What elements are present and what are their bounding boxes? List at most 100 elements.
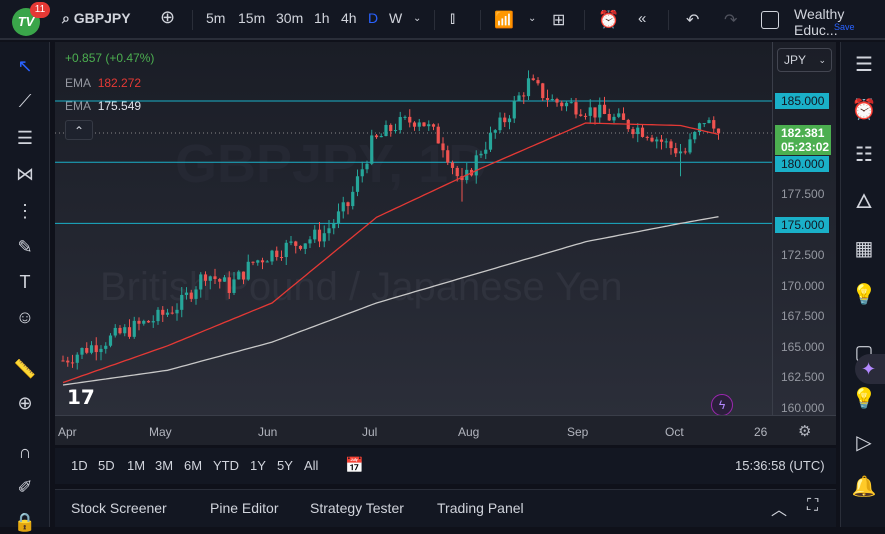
hline-label: 175.000 (775, 217, 829, 233)
collapse-panel-icon[interactable]: ︿ (771, 496, 787, 520)
zoom-in-icon[interactable]: ⊕ (13, 391, 37, 415)
candle-body (89, 345, 94, 353)
goto-date-icon[interactable]: 📅 (345, 456, 364, 474)
candle-body (517, 95, 521, 101)
tab-stock-screener[interactable]: Stock Screener (71, 500, 167, 516)
candle-body (85, 347, 89, 353)
alerts-icon[interactable]: ⏰ (851, 97, 877, 123)
replay-icon[interactable]: « (638, 10, 646, 27)
notifications-icon[interactable]: 🔔 (851, 474, 877, 500)
candle-body (707, 120, 711, 124)
projection-icon[interactable]: ⋮ (13, 199, 37, 223)
interval-w[interactable]: W (389, 10, 402, 26)
emoji-icon[interactable]: ☺ (13, 305, 37, 329)
lock-icon[interactable]: 🔒 (13, 510, 37, 534)
range-5d[interactable]: 5D (98, 458, 115, 473)
watermark-description: British Pound / Japanese Yen (100, 265, 623, 309)
candle-body (531, 78, 535, 81)
candle-body (251, 261, 255, 263)
range-6m[interactable]: 6M (184, 458, 202, 473)
tab-strategy-tester[interactable]: Strategy Tester (310, 500, 404, 516)
candle-body (327, 228, 331, 234)
lock-drawing-icon[interactable]: ✐ (13, 475, 37, 499)
text-icon[interactable]: T (13, 270, 37, 294)
chevron-down-icon[interactable]: ⌄ (413, 13, 421, 24)
interval-5m[interactable]: 5m (206, 10, 225, 26)
hotlist-icon[interactable]: ☷ (851, 142, 877, 168)
signals-icon[interactable]: 💡 (851, 386, 877, 412)
ema-fast-legend[interactable]: EMA 182.272 (65, 76, 141, 90)
brush-icon[interactable]: ✎ (13, 235, 37, 259)
sparkle-icon[interactable]: ✦ (855, 354, 885, 384)
fire-icon[interactable]: 🜂 (851, 189, 877, 215)
fullscreen-icon[interactable] (761, 11, 779, 29)
calendar-icon[interactable]: ▦ (851, 236, 877, 262)
ruler-icon[interactable]: 📏 (13, 357, 37, 381)
candle-body (132, 320, 136, 337)
candles-icon[interactable]: ⫾ (450, 10, 455, 28)
candle-body (602, 104, 607, 114)
fib-icon[interactable]: ☰ (13, 126, 37, 150)
save-button[interactable]: Save (834, 22, 855, 32)
candle-body (346, 202, 350, 207)
undo-icon[interactable]: ↶ (686, 10, 699, 30)
clock[interactable]: 15:36:58 (UTC) (735, 458, 825, 473)
candle-body (218, 278, 222, 282)
range-1d[interactable]: 1D (71, 458, 88, 473)
collapse-legend-button[interactable]: ⌃ (65, 120, 93, 140)
ema-slow-legend[interactable]: EMA 175.549 (65, 99, 141, 113)
symbol-search[interactable]: ⌕ GBPJPY (62, 10, 131, 27)
interval-4h[interactable]: 4h (341, 10, 357, 26)
price-axis[interactable]: JPY ⌄ 185.000 182.381 05:23:02 180.000 177… (772, 42, 836, 415)
indicators-icon[interactable]: 📶 (494, 10, 514, 30)
candle-body (317, 229, 322, 242)
tab-trading-panel[interactable]: Trading Panel (437, 500, 524, 516)
chart-settings-icon[interactable]: ⚙ (798, 422, 811, 440)
candle-body (636, 127, 640, 135)
tab-pine-editor[interactable]: Pine Editor (210, 500, 278, 516)
candle-body (80, 347, 84, 355)
maximize-panel-icon[interactable]: ⛶ (807, 497, 818, 515)
candle-body (617, 113, 621, 117)
range-ytd[interactable]: YTD (213, 458, 239, 473)
range-3m[interactable]: 3M (155, 458, 173, 473)
time-label: Sep (567, 425, 589, 439)
interval-1h[interactable]: 1h (314, 10, 330, 26)
alert-icon[interactable]: ⏰ (598, 10, 619, 30)
range-1y[interactable]: 1Y (250, 458, 266, 473)
lightning-icon[interactable]: ϟ (711, 394, 733, 416)
candle-body (412, 122, 417, 127)
time-axis[interactable]: Apr May Jun Jul Aug Sep Oct 26 ⚙ (55, 415, 836, 445)
time-label: May (149, 425, 172, 439)
candle-body (669, 141, 673, 149)
top-toolbar: TV 11 ⌕ GBPJPY ⊕ 5m 15m 30m 1h 4h D W ⌄ … (0, 0, 885, 40)
candle-body (545, 98, 550, 100)
pattern-icon[interactable]: ⋈ (13, 162, 37, 186)
candle-body (66, 360, 70, 363)
interval-15m[interactable]: 15m (238, 10, 265, 26)
range-all[interactable]: All (304, 458, 318, 473)
candle-body (360, 169, 364, 177)
redo-icon[interactable]: ↷ (724, 10, 737, 30)
layout-grid-icon[interactable]: ⊞ (552, 10, 565, 30)
cursor-icon[interactable]: ↖ (13, 54, 37, 78)
candle-body (526, 78, 531, 97)
magnet-icon[interactable]: ∩ (13, 440, 37, 464)
chart-pane[interactable]: GBPJPY, 1D British Pound / Japanese Yen … (55, 42, 772, 416)
interval-30m[interactable]: 30m (276, 10, 303, 26)
trendline-icon[interactable]: ⟋ (13, 89, 37, 113)
add-symbol-icon[interactable]: ⊕ (160, 7, 175, 28)
candle-body (450, 162, 455, 168)
candle-body (536, 80, 540, 84)
watchlist-icon[interactable]: ☰ (851, 52, 877, 78)
candle-body (265, 261, 269, 263)
broadcast-icon[interactable]: ▷ (851, 430, 877, 456)
ideas-icon[interactable]: 💡 (851, 282, 877, 308)
range-1m[interactable]: 1M (127, 458, 145, 473)
candle-body (137, 320, 141, 324)
currency-select[interactable]: JPY ⌄ (777, 48, 832, 72)
range-5y[interactable]: 5Y (277, 458, 293, 473)
candle-body (588, 107, 592, 116)
chevron-down-icon[interactable]: ⌄ (528, 13, 536, 24)
interval-d[interactable]: D (368, 10, 378, 26)
